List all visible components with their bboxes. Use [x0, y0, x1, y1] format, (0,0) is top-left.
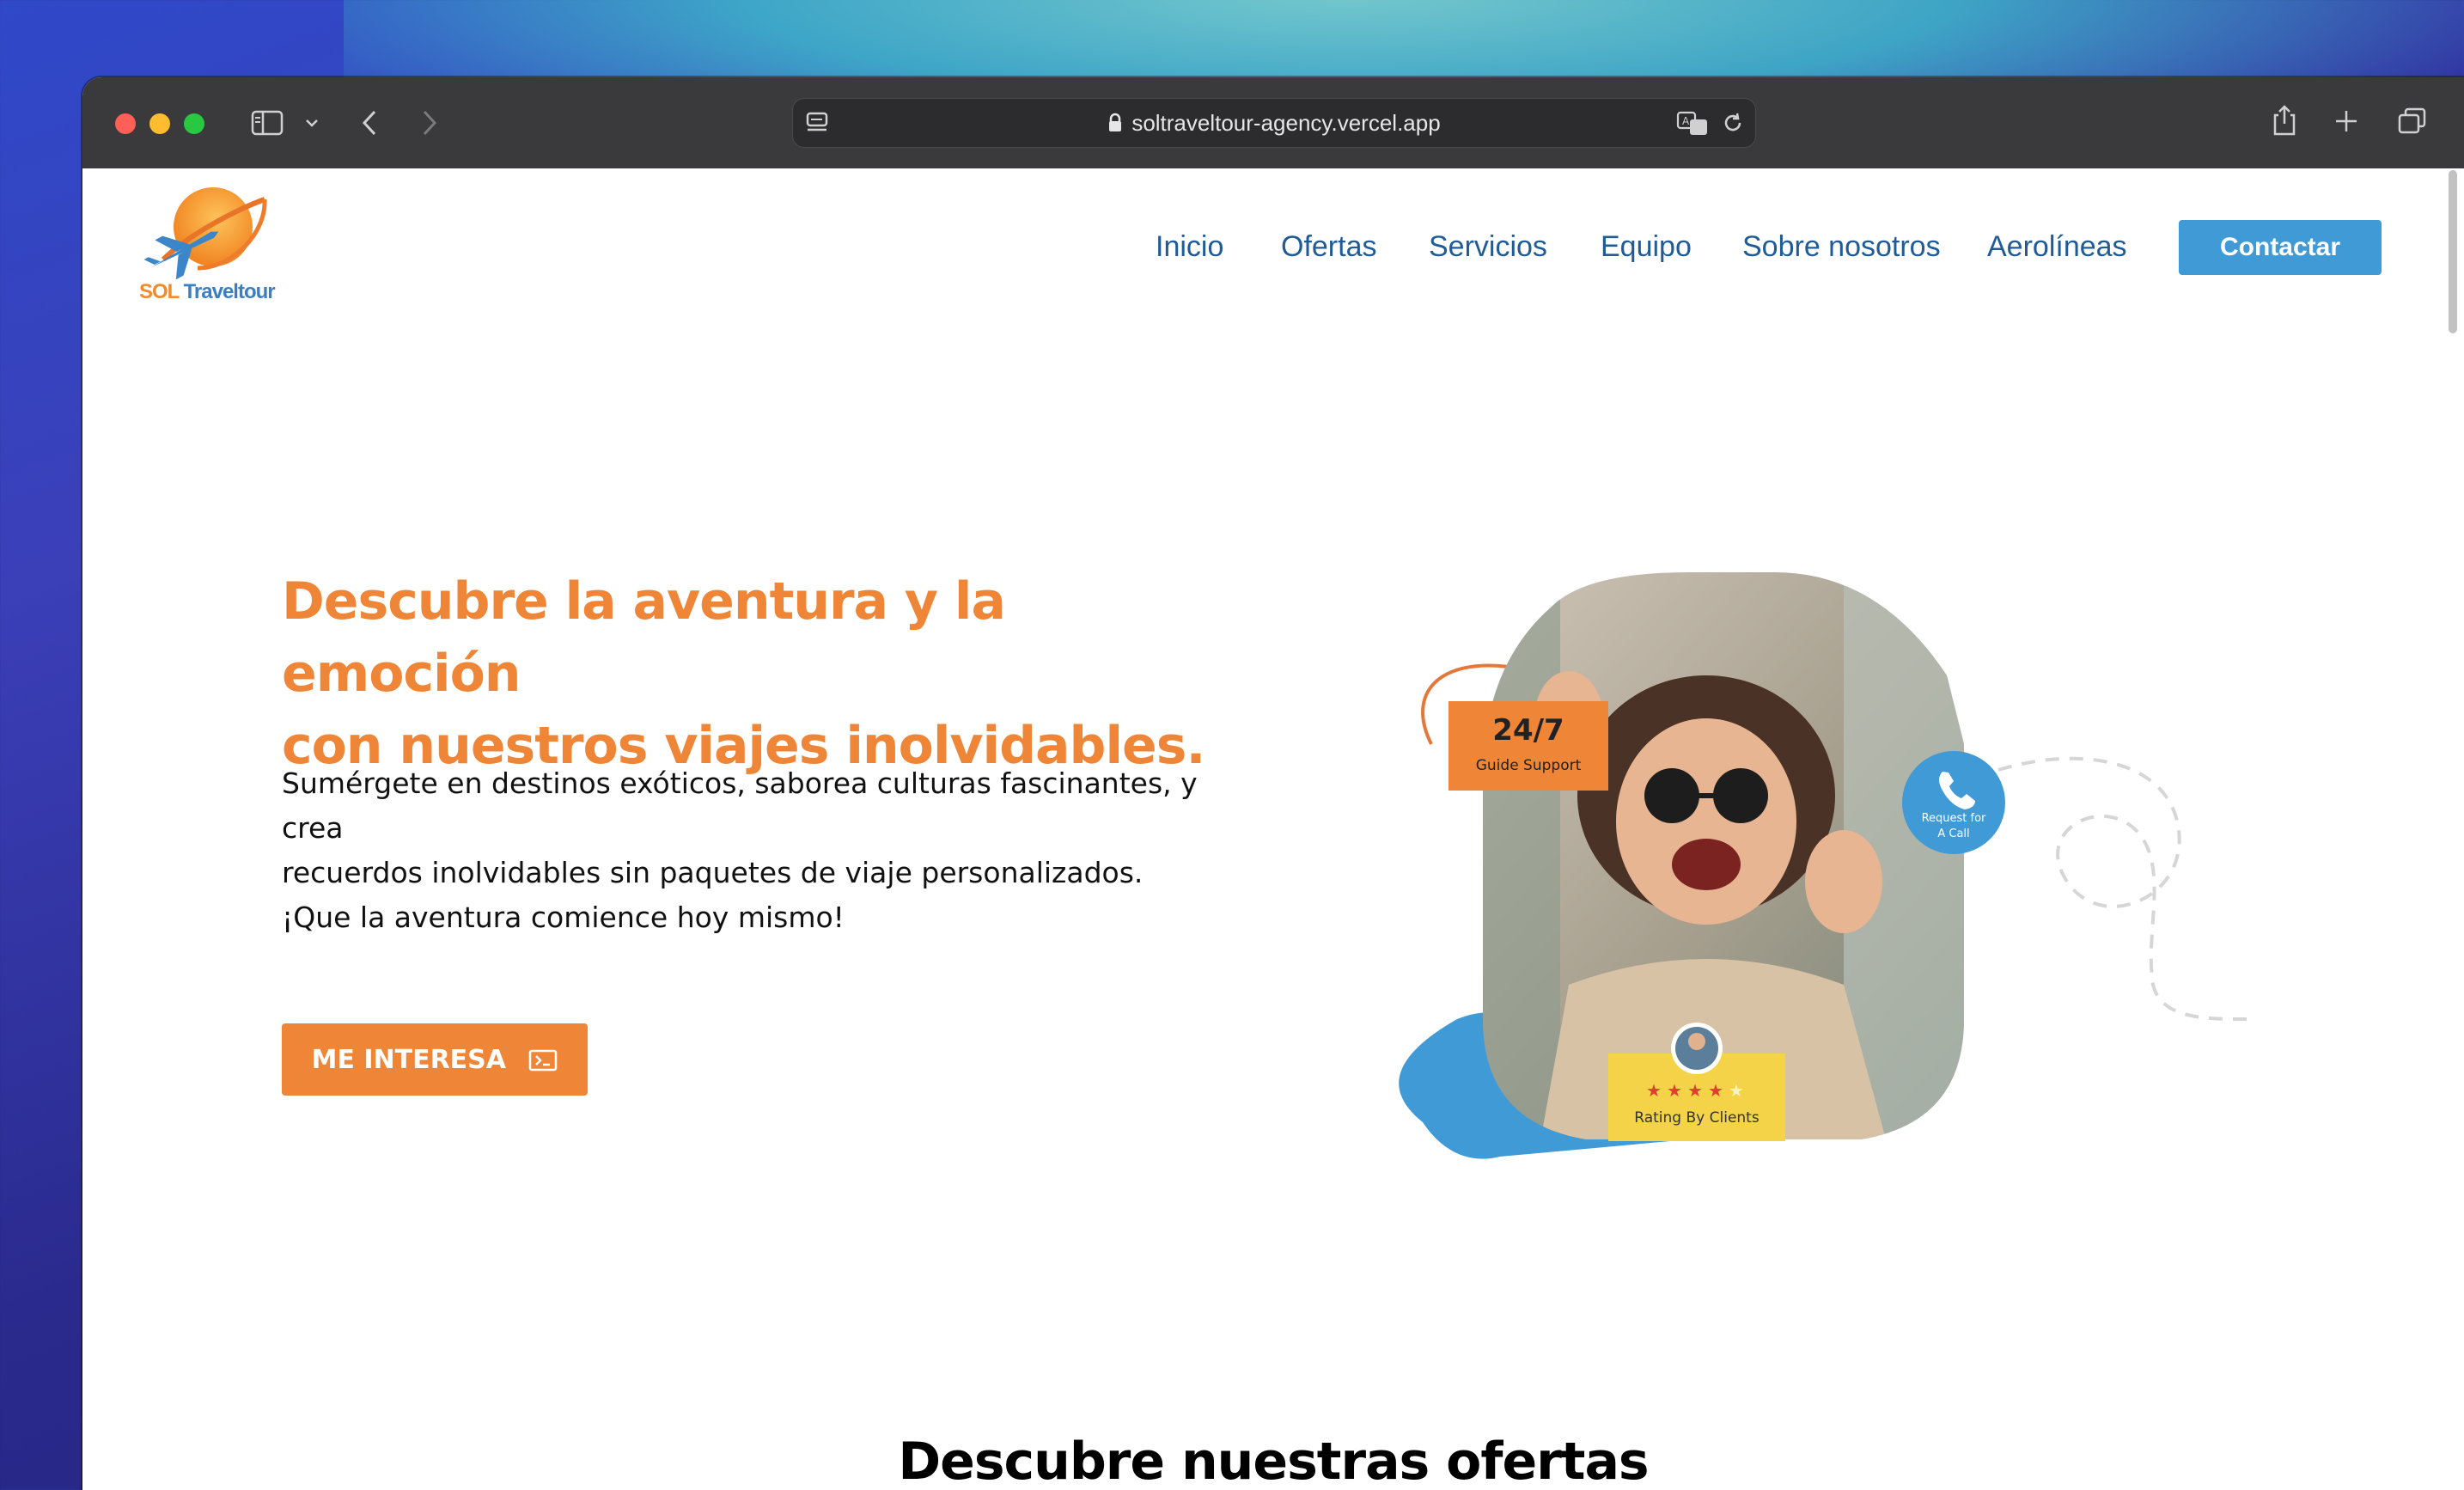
close-window-button[interactable] — [115, 113, 136, 134]
support-badge-big: 24/7 — [1492, 713, 1564, 748]
star-3: ★ — [1687, 1080, 1703, 1101]
nav-equipo[interactable]: Equipo — [1601, 230, 1692, 264]
back-icon[interactable] — [359, 108, 380, 137]
scrollbar-thumb[interactable] — [2449, 170, 2457, 333]
hero-description: Sumérgete en destinos exóticos, saborea … — [282, 761, 1227, 940]
forward-icon[interactable] — [419, 108, 440, 137]
logo-word-sol: SOL — [139, 280, 180, 303]
browser-toolbar: soltraveltour-agency.vercel.app A — [82, 77, 2464, 169]
new-tab-icon[interactable] — [2333, 108, 2359, 134]
nav-ofertas[interactable]: Ofertas — [1281, 230, 1376, 264]
hero-title: Descubre la aventura y la emoción con nu… — [282, 565, 1227, 782]
hero-desc-line-1: Sumérgete en destinos exóticos, saborea … — [282, 766, 1198, 845]
tab-overview-icon[interactable] — [2397, 107, 2428, 136]
web-page: SOL Traveltour Inicio Ofertas Servicios … — [82, 168, 2464, 1490]
reload-icon[interactable] — [1721, 111, 1745, 135]
url-text: soltraveltour-agency.vercel.app — [793, 110, 1755, 137]
chevron-down-icon[interactable] — [304, 117, 320, 129]
zoom-window-button[interactable] — [184, 113, 204, 134]
call-badge-line-1: Request for — [1922, 812, 1986, 825]
hero-title-line-1: Descubre la aventura y la emoción — [282, 571, 1006, 704]
support-badge: 24/7 Guide Support — [1449, 701, 1608, 791]
hero-desc-line-3: ¡Que la aventura comience hoy mismo! — [282, 901, 845, 934]
star-2: ★ — [1667, 1080, 1682, 1101]
star-5: ★ — [1729, 1080, 1744, 1101]
browser-window: soltraveltour-agency.vercel.app A SOL Tr… — [82, 77, 2464, 1490]
hero-illustration: 24/7 Guide Support Request for A Call ★ … — [1399, 572, 2248, 1159]
request-call-badge[interactable]: Request for A Call — [1902, 751, 2005, 854]
lock-icon — [1109, 113, 1122, 131]
contact-button[interactable]: Contactar — [2179, 220, 2382, 275]
nav-servicios[interactable]: Servicios — [1429, 230, 1547, 264]
sidebar-icon[interactable] — [251, 110, 284, 136]
support-badge-small: Guide Support — [1476, 757, 1582, 774]
cta-label: ME INTERESA — [311, 1044, 506, 1075]
nav-inicio[interactable]: Inicio — [1156, 230, 1223, 264]
star-4: ★ — [1708, 1080, 1723, 1101]
translate-icon[interactable]: A — [1676, 109, 1711, 137]
logo-word-traveltour: Traveltour — [183, 280, 276, 303]
rating-stars: ★ ★ ★ ★ ★ — [1646, 1080, 1744, 1101]
offers-section-title: Descubre nuestras ofertas — [898, 1432, 1649, 1490]
me-interesa-button[interactable]: ME INTERESA — [282, 1023, 588, 1096]
hero-desc-line-2: recuerdos inolvidables sin paquetes de v… — [282, 856, 1144, 889]
call-badge-line-2: A Call — [1937, 827, 1969, 840]
star-1: ★ — [1646, 1080, 1662, 1101]
logo-wordmark: SOL Traveltour — [139, 280, 276, 304]
nav-aerolineas[interactable]: Aerolíneas — [1987, 230, 2127, 264]
url-label: soltraveltour-agency.vercel.app — [1131, 110, 1441, 136]
page-scrollbar[interactable] — [2447, 160, 2459, 1397]
ticket-icon — [529, 1049, 558, 1071]
rating-badge-label: Rating By Clients — [1634, 1109, 1760, 1127]
minimize-window-button[interactable] — [149, 113, 170, 134]
share-icon[interactable] — [2270, 103, 2299, 137]
svg-text:A: A — [1682, 115, 1690, 127]
nav-sobre-nosotros[interactable]: Sobre nosotros — [1742, 230, 1941, 264]
address-bar[interactable]: soltraveltour-agency.vercel.app A — [792, 98, 1756, 148]
